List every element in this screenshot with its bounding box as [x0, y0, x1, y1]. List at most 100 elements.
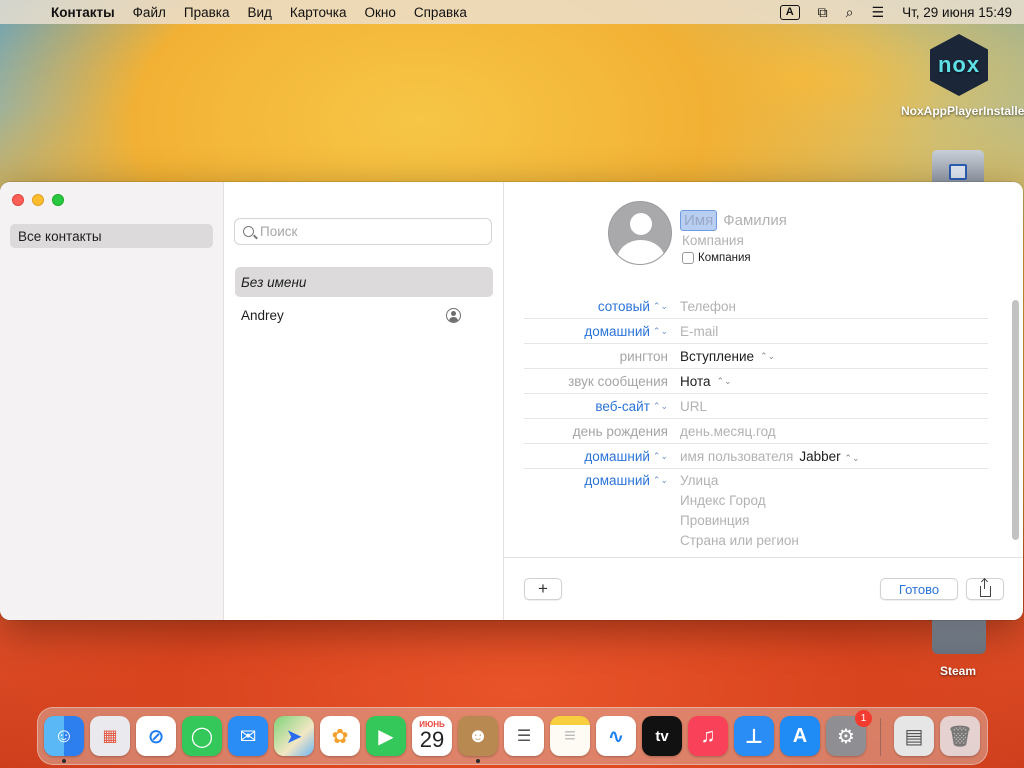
birthday-label: день рождения [572, 423, 668, 439]
contact-avatar[interactable] [608, 201, 672, 265]
birthday-input[interactable]: день.месяц.год [680, 424, 776, 439]
notes-icon[interactable]: ≡ [550, 716, 590, 756]
contact-row-unnamed[interactable]: Без имени [235, 267, 493, 297]
im-service-popup[interactable]: Jabber ⌃⌄ [799, 449, 859, 464]
search-input[interactable] [260, 224, 480, 239]
contacts-window: Все контакты Без имени Andrey Имя Фамили… [0, 182, 1023, 620]
card-scrollbar[interactable] [1012, 300, 1019, 540]
safari-icon[interactable]: ⊘ [136, 716, 176, 756]
website-label-popup[interactable]: веб-сайт ⌃⌄ [524, 399, 674, 414]
clock[interactable]: Чт, 29 июня 15:49 [902, 5, 1012, 20]
sidebar-item-all-contacts[interactable]: Все контакты [10, 224, 213, 248]
contact-row-andrey[interactable]: Andrey [235, 300, 493, 330]
running-indicator [476, 759, 480, 763]
add-field-button[interactable]: + [524, 578, 562, 600]
field-birthday: день рождения день.месяц.год [524, 419, 988, 444]
url-input[interactable]: URL [680, 399, 707, 414]
menu-file[interactable]: Файл [124, 5, 175, 20]
desktop-icon-steam-label[interactable]: Steam [920, 664, 996, 678]
desktop-icon-nox-installer[interactable]: nox NoxAppPlayerInstaller [901, 34, 1024, 119]
facetime-icon[interactable]: ▶ [366, 716, 406, 756]
apple-tv-icon[interactable]: tv [642, 716, 682, 756]
steam-drive-icon[interactable] [932, 620, 986, 654]
province-input[interactable]: Провинция [680, 513, 799, 529]
dock: ☺ ▦ ⊘ ◯ ✉ ➤ ✿ ▶ ИЮНЬ 29 ☻ ☰ ≡ ∿ tv ♫ ⊥ A… [37, 707, 988, 765]
text-tone-popup[interactable]: Нота ⌃⌄ [680, 374, 732, 389]
ringtone-label: рингтон [619, 348, 668, 364]
checkbox-box[interactable] [682, 252, 694, 264]
messages-icon[interactable]: ◯ [182, 716, 222, 756]
im-group: имя пользователя Jabber ⌃⌄ [680, 449, 860, 464]
country-input[interactable]: Страна или регион [680, 533, 799, 549]
share-button[interactable] [966, 578, 1004, 600]
freeform-icon[interactable]: ∿ [596, 716, 636, 756]
email-label-popup[interactable]: домашний ⌃⌄ [524, 324, 674, 339]
done-button[interactable]: Готово [880, 578, 958, 600]
input-source-indicator[interactable]: A [779, 4, 800, 20]
chevron-updown-icon: ⌃⌄ [652, 300, 668, 311]
address-label-popup[interactable]: домашний ⌃⌄ [524, 473, 674, 488]
share-icon [979, 578, 991, 597]
photos-icon[interactable]: ✿ [320, 716, 360, 756]
minimize-window-button[interactable] [32, 194, 44, 206]
street-input[interactable]: Улица [680, 473, 799, 489]
downloads-stack-icon[interactable]: ▤ [894, 716, 934, 756]
phone-input[interactable]: Телефон [680, 299, 736, 314]
field-mobile: сотовый ⌃⌄ Телефон [524, 294, 988, 319]
chevron-updown-icon: ⌃⌄ [652, 475, 668, 485]
first-name-field[interactable]: Имя [680, 210, 718, 231]
zip-city-input[interactable]: Индекс Город [680, 493, 799, 509]
mobile-label-popup[interactable]: сотовый ⌃⌄ [524, 299, 674, 314]
window-switcher-icon[interactable]: ⧉ [818, 4, 828, 21]
text-tone-label: звук сообщения [568, 373, 668, 389]
keynote-icon[interactable]: ⊥ [734, 716, 774, 756]
field-email: домашний ⌃⌄ E-mail [524, 319, 988, 344]
external-drive-icon[interactable] [932, 150, 984, 184]
reminders-icon[interactable]: ☰ [504, 716, 544, 756]
app-store-icon[interactable]: A [780, 716, 820, 756]
im-username-input[interactable]: имя пользователя [680, 449, 793, 464]
menu-view[interactable]: Вид [238, 5, 280, 20]
contact-name: Без имени [241, 274, 307, 290]
email-input[interactable]: E-mail [680, 324, 718, 339]
address-inputs: Улица Индекс Город Провинция Страна или … [680, 473, 799, 549]
zoom-window-button[interactable] [52, 194, 64, 206]
notification-badge: 1 [855, 710, 872, 727]
footer-divider [504, 557, 1023, 558]
launchpad-icon[interactable]: ▦ [90, 716, 130, 756]
chevron-updown-icon: ⌃⌄ [844, 452, 860, 463]
dock-separator [880, 718, 881, 756]
trash-icon[interactable]: 🗑 [940, 716, 980, 756]
contact-name: Andrey [241, 307, 284, 323]
control-center-icon[interactable]: ☰ [872, 4, 885, 21]
search-field[interactable] [234, 218, 492, 245]
contacts-icon[interactable]: ☻ [458, 716, 498, 756]
window-controls [12, 194, 64, 206]
mail-icon[interactable]: ✉ [228, 716, 268, 756]
menu-contacts[interactable]: Контакты [42, 5, 124, 20]
field-text-tone: звук сообщения Нота ⌃⌄ [524, 369, 988, 394]
im-label-popup[interactable]: домашний ⌃⌄ [524, 449, 674, 464]
menu-edit[interactable]: Правка [175, 5, 239, 20]
finder-icon[interactable]: ☺ [44, 716, 84, 756]
menu-help[interactable]: Справка [405, 5, 476, 20]
field-instant-message: домашний ⌃⌄ имя пользователя Jabber ⌃⌄ [524, 444, 988, 469]
calendar-icon[interactable]: ИЮНЬ 29 [412, 716, 452, 756]
music-icon[interactable]: ♫ [688, 716, 728, 756]
running-indicator [62, 759, 66, 763]
system-settings-icon[interactable]: ⚙ 1 [826, 710, 872, 756]
close-window-button[interactable] [12, 194, 24, 206]
my-card-person-icon [446, 307, 461, 323]
ringtone-popup[interactable]: Вступление ⌃⌄ [680, 349, 775, 364]
desktop-icon-label: NoxAppPlayerInstaller [901, 104, 1024, 118]
search-icon [243, 226, 254, 237]
company-field[interactable]: Компания [682, 233, 744, 248]
company-checkbox[interactable]: Компания [682, 252, 751, 264]
menu-window[interactable]: Окно [356, 5, 405, 20]
maps-icon[interactable]: ➤ [274, 716, 314, 756]
field-website: веб-сайт ⌃⌄ URL [524, 394, 988, 419]
spotlight-search-icon[interactable]: ⌕ [846, 4, 854, 21]
menu-card[interactable]: Карточка [281, 5, 356, 20]
last-name-field[interactable]: Фамилия [723, 212, 787, 229]
field-address: домашний ⌃⌄ Улица Индекс Город Провинция … [524, 469, 988, 549]
